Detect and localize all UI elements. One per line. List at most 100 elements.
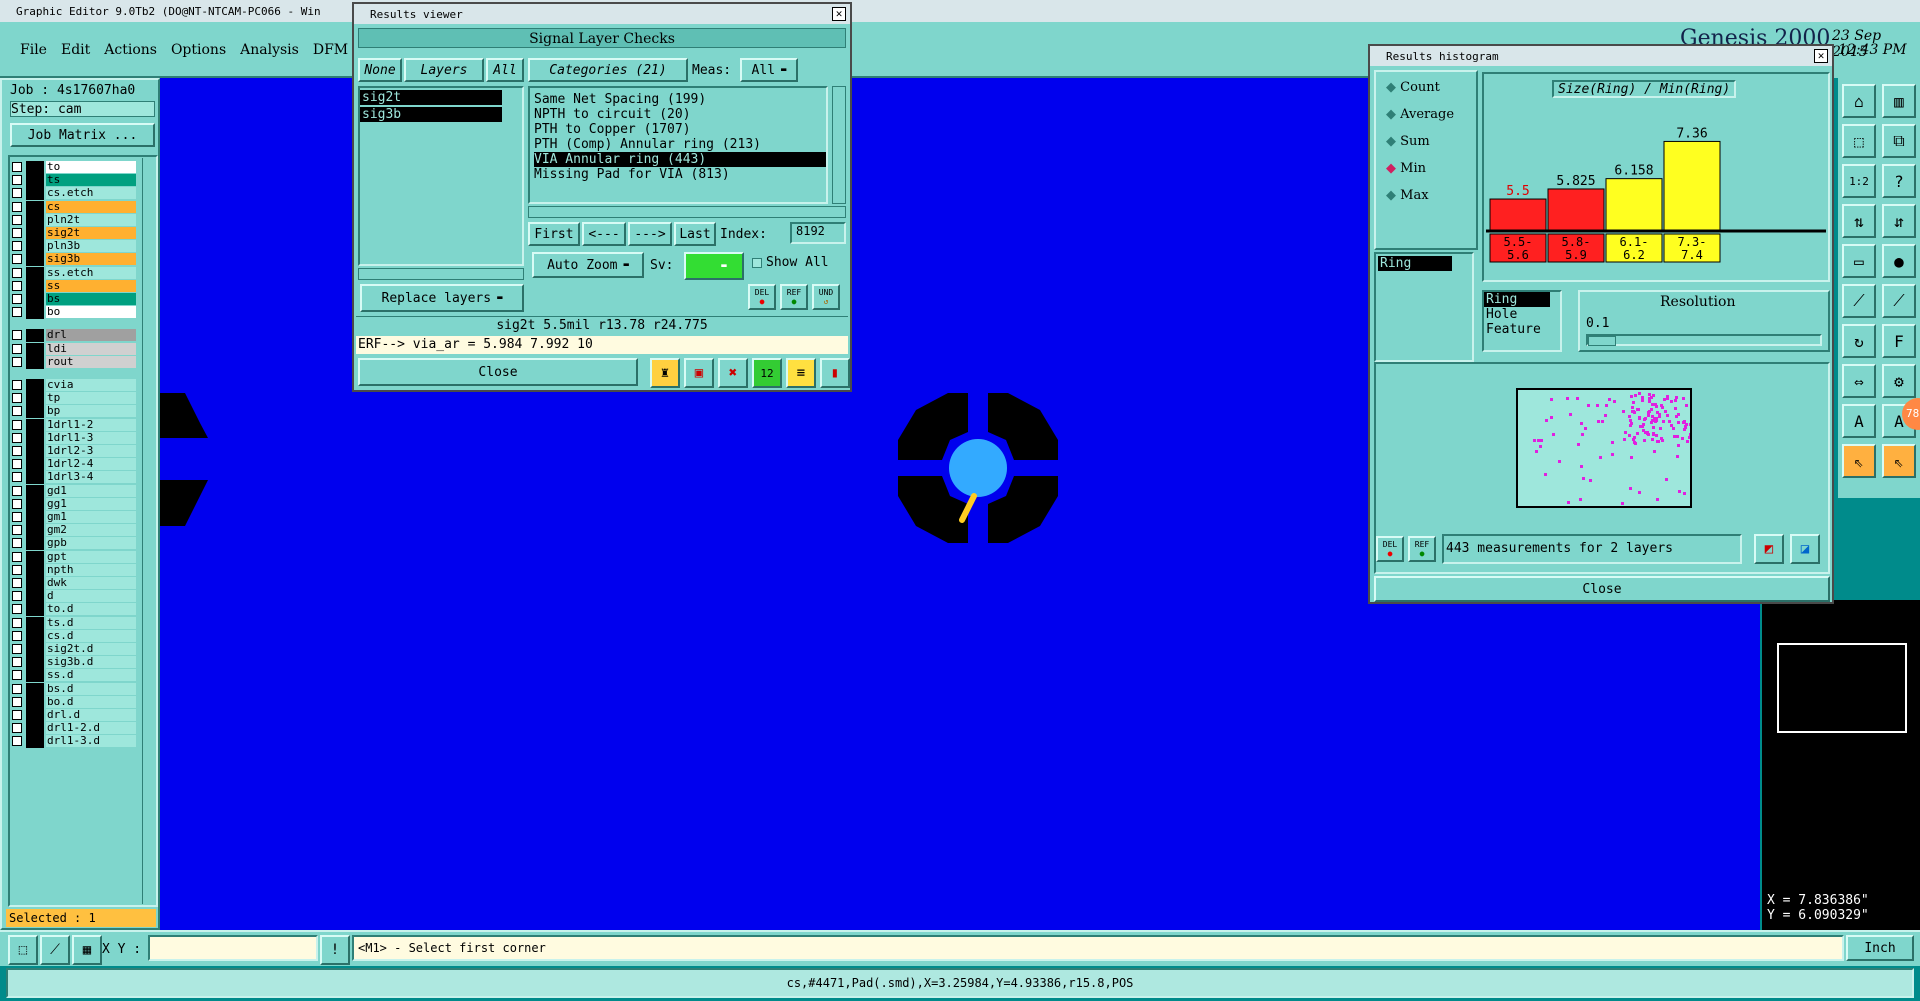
swap-icon[interactable]: ⇵ <box>1882 204 1916 238</box>
dot-icon[interactable]: ● <box>1882 244 1916 278</box>
layer-name[interactable]: ss <box>46 279 136 292</box>
layer-checkbox[interactable] <box>12 356 22 367</box>
slider-thumb[interactable] <box>1588 336 1616 346</box>
mini-map-view[interactable] <box>1777 643 1907 733</box>
layer-row[interactable]: to <box>10 161 136 174</box>
layer-color-swatch[interactable] <box>26 550 44 564</box>
rh-item-list[interactable]: Ring Hole Feature <box>1482 290 1562 352</box>
layer-name[interactable]: ss.etch <box>46 266 136 279</box>
rv-all-button[interactable]: All <box>486 58 524 82</box>
layer-color-swatch[interactable] <box>26 458 44 472</box>
layer-row[interactable]: tp <box>10 392 136 406</box>
layer-checkbox[interactable] <box>12 214 22 225</box>
layer-checkbox[interactable] <box>12 591 22 602</box>
layer-color-swatch[interactable] <box>26 616 44 630</box>
layer-name[interactable]: bp <box>46 405 136 418</box>
layer-color-swatch[interactable] <box>26 643 44 656</box>
rv-prev-button[interactable]: <--- <box>582 222 626 246</box>
layer-color-swatch[interactable] <box>26 590 44 604</box>
histogram-bar[interactable] <box>1663 140 1721 231</box>
layer-color-swatch[interactable] <box>26 227 44 240</box>
layer-name[interactable]: drl1-2.d <box>46 722 136 735</box>
layer-row[interactable]: gm1 <box>10 511 136 524</box>
layer-name[interactable]: sig3b <box>46 253 136 266</box>
rv-category-scroll-v[interactable] <box>832 86 846 204</box>
layer-checkbox[interactable] <box>12 696 22 707</box>
layer-row[interactable]: ts <box>10 174 136 188</box>
layer-name[interactable]: bo.d <box>46 695 136 708</box>
layer-checkbox[interactable] <box>12 294 22 304</box>
layer-color-swatch[interactable] <box>26 669 44 683</box>
layer-row[interactable]: ss.etch <box>10 266 136 280</box>
layer-checkbox[interactable] <box>12 175 22 186</box>
layer-name[interactable]: 1drl1-3 <box>46 431 136 444</box>
layer-checkbox[interactable] <box>12 241 22 252</box>
rv-del-icon[interactable]: DEL ● <box>748 284 776 310</box>
layer-color-swatch[interactable] <box>26 293 44 306</box>
layer-name[interactable]: cs <box>46 200 136 213</box>
layer-row[interactable]: ss.d <box>10 669 136 683</box>
layer-name[interactable]: gg1 <box>46 497 136 510</box>
layer-checkbox[interactable] <box>12 393 22 404</box>
rv-index-input[interactable]: 8192 <box>790 222 846 244</box>
select-alt-icon[interactable]: ⇖ <box>1882 444 1916 478</box>
layer-row[interactable]: pln3b <box>10 240 136 254</box>
units-button[interactable]: Inch <box>1846 935 1914 961</box>
layer-checkbox[interactable] <box>12 267 22 278</box>
rh-option-max[interactable]: ◆ Max <box>1386 188 1429 203</box>
rv-last-button[interactable]: Last <box>674 222 716 246</box>
layer-name[interactable]: cs.d <box>46 629 136 642</box>
layer-checkbox[interactable] <box>12 710 22 720</box>
layer-checkbox[interactable] <box>12 280 22 291</box>
layer-checkbox[interactable] <box>12 723 22 734</box>
layer-row[interactable]: bo.d <box>10 695 136 709</box>
layer-checkbox[interactable] <box>12 432 22 443</box>
rh-item[interactable]: Feature <box>1484 322 1560 337</box>
layer-row[interactable]: sig3b.d <box>10 656 136 670</box>
layer-row[interactable]: cs.d <box>10 629 136 643</box>
ruler-icon[interactable]: ▭ <box>1842 244 1876 278</box>
histogram-bar[interactable] <box>1547 188 1605 231</box>
histogram-bar[interactable] <box>1605 178 1663 231</box>
rh-option-min[interactable]: ◆ Min <box>1386 161 1426 176</box>
layer-color-swatch[interactable] <box>26 431 44 445</box>
rv-ref-icon[interactable]: REF ● <box>780 284 808 310</box>
rv-layer-listbox[interactable]: sig2t sig3b <box>358 86 524 266</box>
layer-row[interactable]: bs.d <box>10 682 136 696</box>
settings-icon[interactable]: ⚙ <box>1882 364 1916 398</box>
rv-category-item[interactable]: Same Net Spacing (199) <box>534 92 826 107</box>
layer-row[interactable]: pln2t <box>10 213 136 227</box>
rh-map-ref-icon[interactable]: REF ● <box>1408 536 1436 562</box>
layer-row[interactable]: sig2t <box>10 227 136 240</box>
rv-category-item-selected[interactable]: VIA Annular ring (443) <box>534 152 826 167</box>
layer-row[interactable]: cs.etch <box>10 187 136 201</box>
layer-checkbox[interactable] <box>12 254 22 265</box>
layer-color-swatch[interactable] <box>26 511 44 524</box>
rv-next-button[interactable]: ---> <box>628 222 672 246</box>
layer-color-swatch[interactable] <box>26 735 44 749</box>
layer-name[interactable]: ts.d <box>46 616 136 629</box>
rv-category-item[interactable]: PTH (Comp) Annular ring (213) <box>534 137 826 152</box>
rv-none-button[interactable]: None <box>358 58 402 82</box>
layer-checkbox[interactable] <box>12 459 22 470</box>
layer-row[interactable]: d <box>10 590 136 604</box>
layer-color-swatch[interactable] <box>26 563 44 577</box>
layer-color-swatch[interactable] <box>26 161 44 174</box>
select-icon[interactable]: ⇖ <box>1842 444 1876 478</box>
layer-row[interactable]: cs <box>10 200 136 214</box>
layer-color-swatch[interactable] <box>26 187 44 201</box>
zoom-box-icon[interactable]: ⬚ <box>1842 124 1876 158</box>
layer-row[interactable]: 1drl2-3 <box>10 445 136 458</box>
rotate-icon[interactable]: ↻ <box>1842 324 1876 358</box>
layer-checkbox[interactable] <box>12 162 22 172</box>
layer-checkbox[interactable] <box>12 419 22 430</box>
layer-name[interactable]: rout <box>46 355 136 368</box>
layer-color-swatch[interactable] <box>26 392 44 406</box>
layer-color-swatch[interactable] <box>26 253 44 267</box>
layer-checkbox[interactable] <box>12 538 22 549</box>
rh-option-sum[interactable]: ◆ Sum <box>1386 134 1430 149</box>
layer-name[interactable]: ss.d <box>46 669 136 682</box>
rh-item[interactable]: Ring <box>1484 292 1550 307</box>
layer-color-swatch[interactable] <box>26 174 44 188</box>
move-icon[interactable]: ⇅ <box>1842 204 1876 238</box>
